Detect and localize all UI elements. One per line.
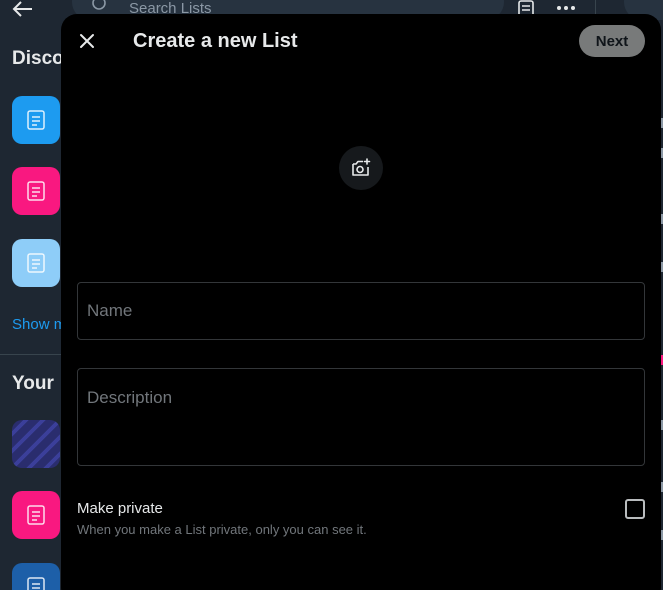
arrow-left-icon[interactable] (12, 0, 34, 18)
name-field[interactable] (77, 282, 645, 340)
discover-list-tile[interactable] (12, 167, 60, 215)
your-list-tile[interactable] (12, 420, 60, 468)
next-button[interactable]: Next (579, 25, 645, 57)
list-icon (27, 577, 45, 590)
create-list-dialog: Create a new List Next Make private When… (61, 14, 661, 590)
dialog-title: Create a new List (133, 30, 298, 52)
make-private-label: Make private (77, 500, 163, 517)
close-button[interactable] (71, 25, 103, 57)
discover-heading: Disco (12, 48, 64, 69)
section-divider (0, 354, 62, 355)
your-list-tile[interactable] (12, 563, 60, 590)
description-input[interactable] (78, 369, 644, 465)
list-icon (27, 181, 45, 201)
discover-list-tile[interactable] (12, 239, 60, 287)
discover-list-tile[interactable] (12, 96, 60, 144)
list-icon (27, 253, 45, 273)
add-photo-icon (352, 158, 371, 176)
description-field[interactable] (77, 368, 645, 466)
add-photo-button[interactable] (339, 146, 383, 190)
more-icon[interactable] (556, 4, 576, 12)
make-private-checkbox[interactable] (625, 499, 645, 519)
make-private-help-text: When you make a List private, only you c… (77, 522, 367, 537)
close-icon (80, 34, 94, 48)
your-list-tile[interactable] (12, 491, 60, 539)
your-lists-heading: Your (12, 373, 54, 394)
name-input[interactable] (78, 283, 644, 339)
show-more-link[interactable]: Show m (12, 316, 66, 333)
list-icon (27, 505, 45, 525)
list-icon (27, 110, 45, 130)
